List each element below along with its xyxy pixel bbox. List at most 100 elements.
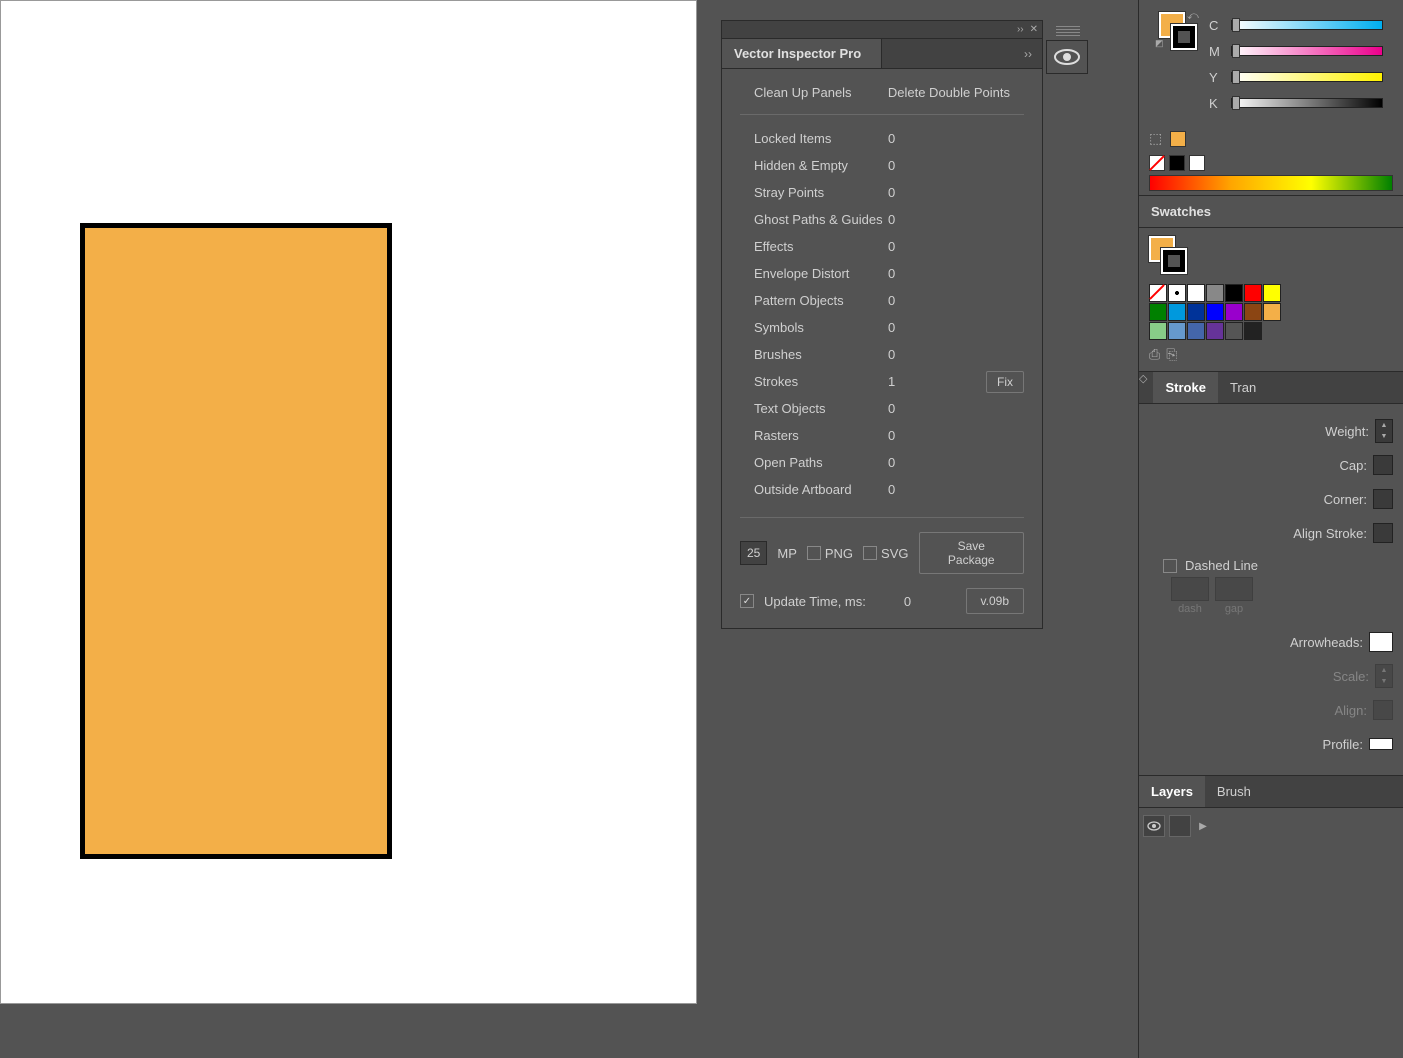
cube-icon[interactable]: ⬚ bbox=[1149, 130, 1162, 147]
swap-fill-stroke-icon[interactable]: ⤺ bbox=[1187, 10, 1199, 23]
inspector-item-row[interactable]: Symbols0 bbox=[740, 314, 1024, 341]
slider-handle[interactable] bbox=[1232, 18, 1240, 32]
mp-label: MP bbox=[777, 546, 797, 561]
inspector-item-row[interactable]: Outside Artboard0 bbox=[740, 476, 1024, 503]
inspector-item-row[interactable]: Strokes1Fix bbox=[740, 368, 1024, 395]
layer-expand-toggle[interactable]: ▶ bbox=[1195, 821, 1211, 832]
collapse-double-icon[interactable]: ›› bbox=[1017, 24, 1024, 35]
gap-input-1[interactable] bbox=[1215, 577, 1253, 601]
black-swatch[interactable] bbox=[1169, 155, 1185, 171]
color-swatch[interactable] bbox=[1206, 322, 1224, 340]
right-panels-dock: ⤺ ◩ CMYK ⬚ Swatches ⎙ ⎘ bbox=[1138, 0, 1403, 1058]
canvas-artboard[interactable] bbox=[0, 0, 697, 1004]
inspector-item-row[interactable]: Stray Points0 bbox=[740, 179, 1024, 206]
update-time-checkbox[interactable] bbox=[740, 594, 754, 608]
color-swatch[interactable] bbox=[1206, 303, 1224, 321]
inspector-item-row[interactable]: Ghost Paths & Guides0 bbox=[740, 206, 1024, 233]
color-swatch[interactable] bbox=[1187, 322, 1205, 340]
color-swatch[interactable] bbox=[1149, 322, 1167, 340]
visibility-toggle-box[interactable] bbox=[1046, 40, 1088, 74]
profile-select[interactable] bbox=[1369, 738, 1393, 750]
white-swatch[interactable] bbox=[1189, 155, 1205, 171]
cmyk-slider[interactable] bbox=[1231, 72, 1383, 82]
inspector-item-row[interactable]: Brushes0 bbox=[740, 341, 1024, 368]
link-icon[interactable]: ◇ bbox=[1139, 372, 1153, 403]
arrowhead-start-select[interactable] bbox=[1369, 632, 1393, 652]
spectrum-bar[interactable] bbox=[1149, 175, 1393, 191]
dash-input-1[interactable] bbox=[1171, 577, 1209, 601]
swatch-library-icon[interactable]: ⎙ bbox=[1149, 346, 1160, 363]
weight-stepper[interactable]: ▲▼ bbox=[1375, 419, 1393, 443]
delete-double-points-button[interactable]: Delete Double Points bbox=[888, 85, 1010, 100]
arrowhead-scale-stepper[interactable]: ▲▼ bbox=[1375, 664, 1393, 688]
color-swatch[interactable] bbox=[1263, 284, 1281, 302]
inspector-item-row[interactable]: Open Paths0 bbox=[740, 449, 1024, 476]
color-swatch[interactable] bbox=[1244, 303, 1262, 321]
color-swatch[interactable] bbox=[1225, 284, 1243, 302]
mp-value-button[interactable]: 25 bbox=[740, 541, 767, 565]
stroke-swatch[interactable] bbox=[1171, 24, 1197, 50]
close-icon[interactable]: ✕ bbox=[1030, 24, 1038, 35]
align-stroke-center-button[interactable] bbox=[1373, 523, 1393, 543]
swatch-menu-icon[interactable]: ⎘ bbox=[1166, 346, 1177, 363]
version-button[interactable]: v.09b bbox=[966, 588, 1024, 614]
corner-miter-button[interactable] bbox=[1373, 489, 1393, 509]
inspector-item-row[interactable]: Locked Items0 bbox=[740, 125, 1024, 152]
inspector-item-row[interactable]: Envelope Distort0 bbox=[740, 260, 1024, 287]
fill-stroke-selector[interactable]: ⤺ ◩ bbox=[1159, 12, 1197, 50]
dashed-line-checkbox[interactable] bbox=[1163, 559, 1177, 573]
color-swatch[interactable] bbox=[1225, 303, 1243, 321]
color-swatch[interactable] bbox=[1187, 284, 1205, 302]
inspector-item-row[interactable]: Text Objects0 bbox=[740, 395, 1024, 422]
none-color-swatch[interactable] bbox=[1149, 155, 1165, 171]
inspector-item-value: 0 bbox=[888, 482, 928, 497]
swatches-title: Swatches bbox=[1151, 204, 1211, 219]
cmyk-channel-label: M bbox=[1209, 44, 1221, 59]
none-swatch[interactable] bbox=[1149, 284, 1167, 302]
collapse-button[interactable]: ›› bbox=[1014, 39, 1042, 68]
inspector-item-label: Hidden & Empty bbox=[740, 158, 888, 173]
slider-handle[interactable] bbox=[1232, 44, 1240, 58]
fix-button[interactable]: Fix bbox=[986, 371, 1024, 393]
color-swatch[interactable] bbox=[1244, 284, 1262, 302]
color-swatch[interactable] bbox=[1206, 284, 1224, 302]
inspector-item-label: Envelope Distort bbox=[740, 266, 888, 281]
color-swatch[interactable] bbox=[1149, 303, 1167, 321]
clean-up-panels-button[interactable]: Clean Up Panels bbox=[754, 85, 852, 100]
grip-handle[interactable] bbox=[1056, 26, 1080, 38]
inspector-item-row[interactable]: Rasters0 bbox=[740, 422, 1024, 449]
tab-stroke[interactable]: Stroke bbox=[1153, 372, 1217, 403]
tab-brushes[interactable]: Brush bbox=[1205, 776, 1263, 807]
update-time-label: Update Time, ms: bbox=[764, 594, 866, 609]
color-swatch[interactable] bbox=[1263, 303, 1281, 321]
svg-checkbox[interactable] bbox=[863, 546, 877, 560]
inspector-item-value: 0 bbox=[888, 131, 928, 146]
color-swatch[interactable] bbox=[1168, 322, 1186, 340]
cmyk-slider[interactable] bbox=[1231, 98, 1383, 108]
arrowhead-align-button[interactable] bbox=[1373, 700, 1393, 720]
color-swatch[interactable] bbox=[1225, 322, 1243, 340]
png-checkbox[interactable] bbox=[807, 546, 821, 560]
save-package-button[interactable]: Save Package bbox=[919, 532, 1025, 574]
current-color-swatch[interactable] bbox=[1170, 131, 1186, 147]
cmyk-slider[interactable] bbox=[1231, 46, 1383, 56]
registration-swatch[interactable] bbox=[1168, 284, 1186, 302]
color-swatch[interactable] bbox=[1244, 322, 1262, 340]
layer-row[interactable]: ▶ bbox=[1139, 812, 1403, 840]
inspector-item-row[interactable]: Hidden & Empty0 bbox=[740, 152, 1024, 179]
color-swatch[interactable] bbox=[1187, 303, 1205, 321]
inspector-item-row[interactable]: Pattern Objects0 bbox=[740, 287, 1024, 314]
color-swatch[interactable] bbox=[1168, 303, 1186, 321]
rectangle-object[interactable] bbox=[80, 223, 392, 859]
slider-handle[interactable] bbox=[1232, 70, 1240, 84]
slider-handle[interactable] bbox=[1232, 96, 1240, 110]
default-fill-stroke-icon[interactable]: ◩ bbox=[1155, 38, 1164, 49]
cmyk-slider[interactable] bbox=[1231, 20, 1383, 30]
layer-lock-toggle[interactable] bbox=[1169, 815, 1191, 837]
cap-butt-button[interactable] bbox=[1373, 455, 1393, 475]
swatches-stroke-swatch[interactable] bbox=[1161, 248, 1187, 274]
inspector-item-row[interactable]: Effects0 bbox=[740, 233, 1024, 260]
tab-layers[interactable]: Layers bbox=[1139, 776, 1205, 807]
tab-transparency[interactable]: Tran bbox=[1218, 372, 1268, 403]
layer-visibility-toggle[interactable] bbox=[1143, 815, 1165, 837]
